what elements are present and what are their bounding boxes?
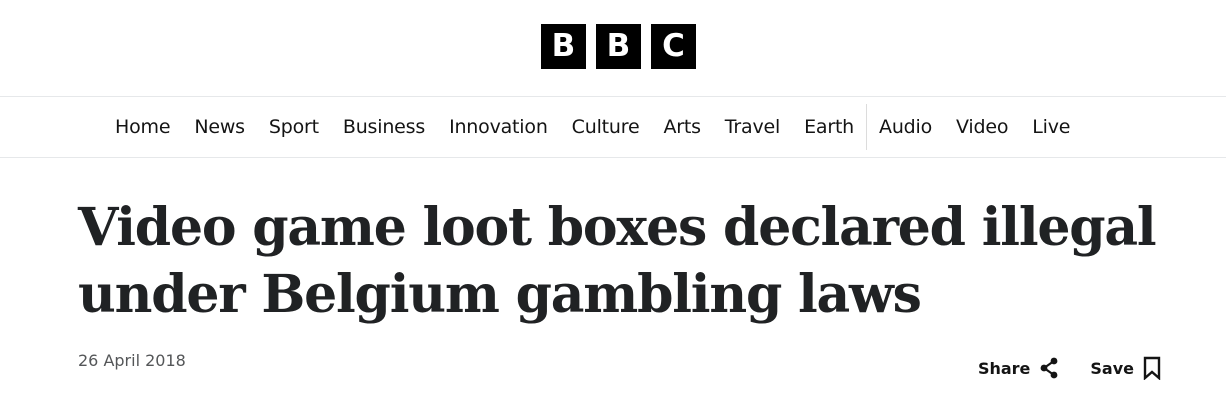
save-label: Save <box>1090 358 1134 378</box>
logo-letter-b2: B <box>596 24 641 69</box>
nav-item-home[interactable]: Home <box>103 116 182 138</box>
nav-item-innovation[interactable]: Innovation <box>437 116 560 138</box>
nav-item-sport[interactable]: Sport <box>257 116 331 138</box>
nav-item-business[interactable]: Business <box>331 116 437 138</box>
share-button[interactable]: Share <box>978 357 1060 379</box>
nav-items: Home News Sport Business Innovation Cult… <box>103 97 1082 157</box>
nav-item-travel[interactable]: Travel <box>713 116 792 138</box>
nav-item-audio[interactable]: Audio <box>867 116 944 138</box>
nav-item-arts[interactable]: Arts <box>651 116 712 138</box>
nav-item-culture[interactable]: Culture <box>560 116 652 138</box>
nav-item-video[interactable]: Video <box>944 116 1020 138</box>
article-actions: Share Save <box>978 356 1162 380</box>
bookmark-icon <box>1142 356 1162 380</box>
share-label: Share <box>977 358 1031 378</box>
nav-item-live[interactable]: Live <box>1020 116 1082 138</box>
article-date: 26 April 2018 <box>78 351 186 370</box>
nav-item-earth[interactable]: Earth <box>792 116 866 138</box>
bbc-logo[interactable]: B B C <box>541 24 696 69</box>
logo-letter-c: C <box>651 24 696 69</box>
article-headline: Video game loot boxes declared illegal u… <box>78 197 1157 325</box>
masthead: B B C <box>0 0 1226 97</box>
main-navigation: Home News Sport Business Innovation Cult… <box>0 97 1226 158</box>
share-icon <box>1038 357 1060 379</box>
logo-letter-b1: B <box>541 24 586 69</box>
save-button[interactable]: Save <box>1090 356 1162 380</box>
nav-item-news[interactable]: News <box>182 116 257 138</box>
